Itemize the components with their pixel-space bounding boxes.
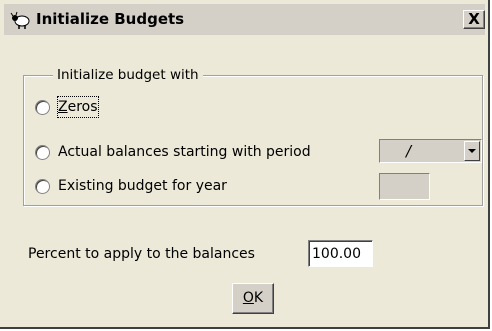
radio-existing-budget-row[interactable]: Existing budget for year <box>35 174 227 198</box>
radio-actual-balances[interactable] <box>35 144 50 160</box>
ok-mnemonic: O <box>242 290 254 306</box>
percent-input[interactable] <box>308 240 373 267</box>
ok-button[interactable]: OK <box>232 283 274 314</box>
ok-label-rest: K <box>253 290 264 306</box>
radio-zeros-label[interactable]: Zeros <box>57 96 99 118</box>
group-legend: Initialize budget with <box>53 66 203 84</box>
percent-label: Percent to apply to the balances <box>28 246 255 262</box>
sheep-app-icon <box>10 11 32 29</box>
dialog-title: Initialize Budgets <box>36 10 185 28</box>
radio-existing-budget[interactable] <box>35 178 50 194</box>
initialize-budgets-dialog: Initialize Budgets X Initialize budget w… <box>0 0 490 329</box>
radio-actual-balances-row[interactable]: Actual balances starting with period <box>35 140 311 164</box>
radio-zeros-label-rest: eros <box>67 99 98 115</box>
period-value: / <box>406 142 412 160</box>
close-icon: X <box>468 10 480 28</box>
year-field[interactable] <box>379 173 430 200</box>
close-button[interactable]: X <box>463 10 485 29</box>
radio-zeros[interactable] <box>35 99 50 115</box>
radio-zeros-mnemonic: Z <box>58 99 68 115</box>
period-dropdown[interactable]: / <box>379 139 482 163</box>
title-bar[interactable]: Initialize Budgets X <box>4 4 485 35</box>
radio-actual-balances-label[interactable]: Actual balances starting with period <box>58 142 311 162</box>
radio-existing-budget-label[interactable]: Existing budget for year <box>58 176 227 196</box>
radio-zeros-row[interactable]: Zeros <box>35 95 99 119</box>
chevron-down-icon[interactable] <box>464 141 480 161</box>
